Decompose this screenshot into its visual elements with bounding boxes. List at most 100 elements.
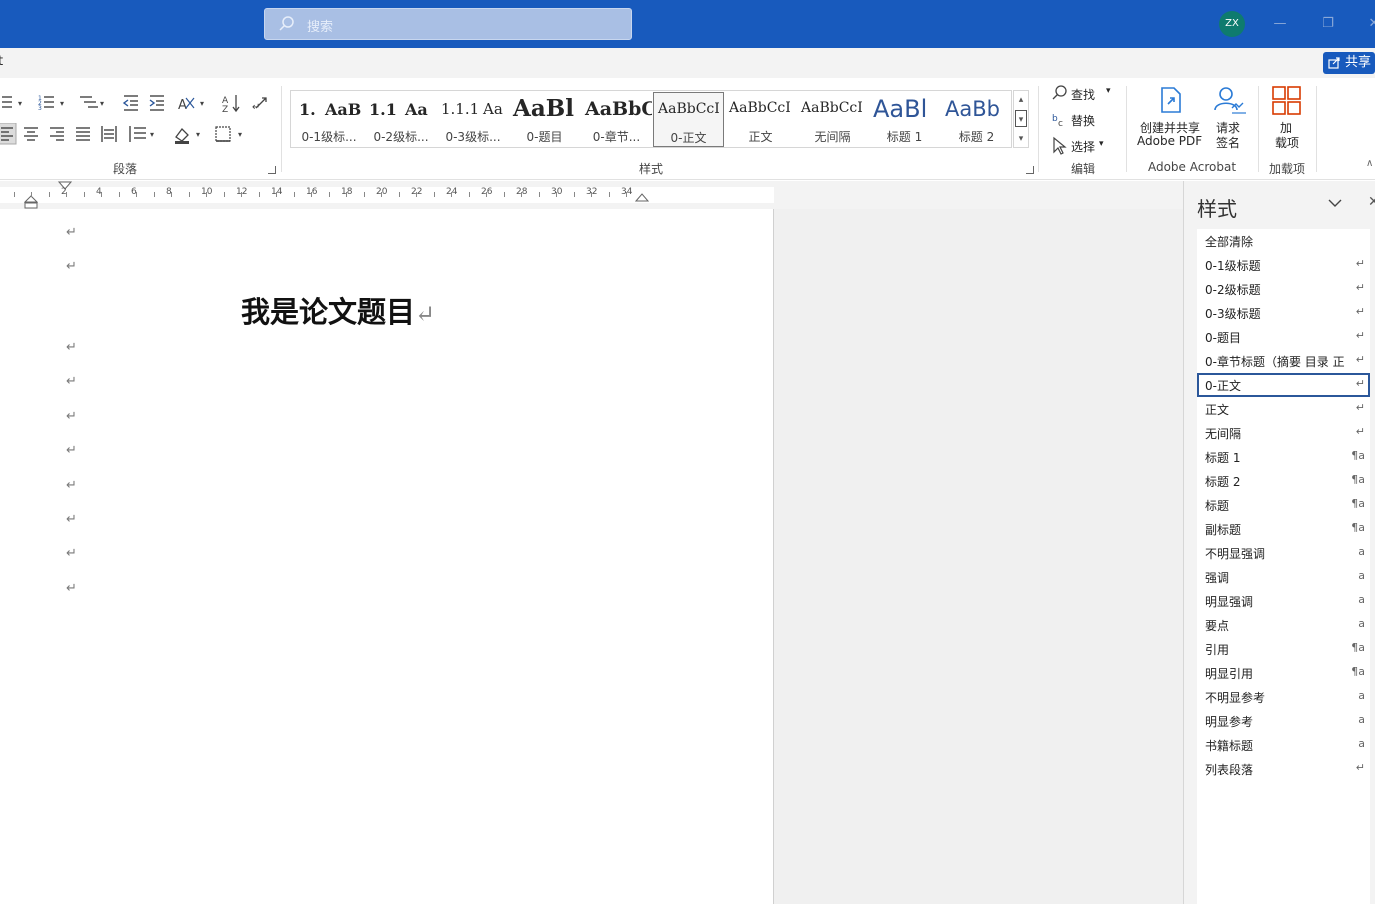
- style-list-item[interactable]: 明显引用 ¶a: [1197, 661, 1370, 685]
- styles-launcher-icon[interactable]: [1026, 166, 1034, 174]
- ruler-tick: [538, 192, 540, 197]
- paragraph-launcher-icon[interactable]: [268, 166, 276, 174]
- addins-label-2[interactable]: 载项: [1275, 134, 1299, 151]
- style-list-item[interactable]: 0-正文 ↵: [1197, 373, 1370, 397]
- style-type-icon: ¶a: [1351, 665, 1365, 678]
- gallery-style-3[interactable]: 1.1.1 Aa 0-3级标...: [437, 92, 509, 147]
- user-avatar[interactable]: ZX: [1219, 11, 1245, 37]
- select-icon: [1053, 136, 1067, 155]
- ruler-tick: [608, 192, 610, 197]
- search-box[interactable]: 搜索: [264, 8, 632, 40]
- ribbon-tab-partial[interactable]: t: [0, 54, 3, 69]
- collapse-ribbon-icon[interactable]: ∧: [1366, 158, 1373, 169]
- document-page[interactable]: ↵ ↵ 我是论文题目↵ ↵ ↵ ↵ ↵ ↵ ↵ ↵ ↵: [0, 209, 774, 904]
- style-list-item[interactable]: 0-2级标题 ↵: [1197, 277, 1370, 301]
- style-name: 0-章节标题（摘要 目录 正文: [1205, 355, 1345, 369]
- style-list-item[interactable]: 0-1级标题 ↵: [1197, 253, 1370, 277]
- svg-text:c: c: [1058, 119, 1063, 129]
- style-name: 0-3级标题: [1205, 307, 1261, 321]
- gallery-style-1[interactable]: 1. AaB 0-1级标...: [293, 92, 365, 147]
- ruler-label: 6: [131, 187, 137, 197]
- align-center-icon: [24, 127, 38, 141]
- style-list-item[interactable]: 书籍标题 a: [1197, 733, 1370, 757]
- gallery-preview: AaBl: [873, 95, 928, 123]
- pane-close-icon[interactable]: ✕: [1368, 194, 1375, 210]
- gallery-up-icon[interactable]: ▴: [1015, 91, 1027, 109]
- style-list-item[interactable]: 不明显参考 a: [1197, 685, 1370, 709]
- style-list-item[interactable]: 全部清除: [1197, 229, 1370, 253]
- style-list-item[interactable]: 副标题 ¶a: [1197, 517, 1370, 541]
- style-type-icon: a: [1358, 593, 1365, 606]
- close-button[interactable]: ✕: [1362, 12, 1375, 36]
- style-list-item[interactable]: 标题 1 ¶a: [1197, 445, 1370, 469]
- style-list-item[interactable]: 强调 a: [1197, 565, 1370, 589]
- gallery-style-4[interactable]: AaBl 0-题目: [509, 92, 580, 147]
- gallery-more-icon[interactable]: ▾: [1015, 130, 1027, 148]
- share-button[interactable]: 共享: [1323, 52, 1375, 74]
- style-type-icon: ¶a: [1351, 497, 1365, 510]
- gallery-style-name: 无间隔: [814, 130, 851, 144]
- left-indent-icon[interactable]: [24, 195, 38, 209]
- style-list-item[interactable]: 列表段落 ↵: [1197, 757, 1370, 781]
- style-list-item[interactable]: 0-题目 ↵: [1197, 325, 1370, 349]
- ruler-tick: [293, 192, 295, 197]
- minimize-button[interactable]: —: [1268, 12, 1292, 36]
- paragraph-group-label: 段落: [112, 162, 137, 176]
- gallery-style-6-selected[interactable]: AaBbCcI 0-正文: [653, 92, 724, 147]
- find-dropdown-icon[interactable]: ▾: [1106, 86, 1111, 96]
- restore-button[interactable]: ❐: [1316, 12, 1340, 36]
- create-pdf-label-2[interactable]: Adobe PDF: [1137, 134, 1202, 148]
- gallery-style-2[interactable]: 1.1 Aa 0-2级标...: [365, 92, 437, 147]
- gallery-style-7[interactable]: AaBbCcI 正文: [725, 92, 796, 147]
- pane-options-chevron-icon[interactable]: [1327, 195, 1343, 211]
- group-divider: [1316, 86, 1317, 172]
- style-list-item[interactable]: 0-3级标题 ↵: [1197, 301, 1370, 325]
- style-list-item[interactable]: 不明显强调 a: [1197, 541, 1370, 565]
- style-type-icon: ↵: [1355, 329, 1365, 342]
- request-signature-icon: [1214, 87, 1246, 114]
- styles-gallery: 1. AaB 0-1级标... 1.1 Aa 0-2级标... 1.1.1 Aa…: [290, 90, 1012, 148]
- select-dropdown-icon[interactable]: ▾: [1099, 139, 1104, 149]
- ruler-label: 12: [236, 187, 248, 197]
- find-icon: [1052, 85, 1067, 100]
- style-list-item[interactable]: 0-章节标题（摘要 目录 正文 ↵: [1197, 349, 1370, 373]
- ruler-label: 24: [446, 187, 458, 197]
- style-list-item[interactable]: 标题 2 ¶a: [1197, 469, 1370, 493]
- title-bar: 搜索 ZX — ❐ ✕: [0, 0, 1375, 48]
- style-list-item[interactable]: 标题 ¶a: [1197, 493, 1370, 517]
- right-indent-icon[interactable]: [635, 193, 649, 203]
- style-list-item[interactable]: 正文 ↵: [1197, 397, 1370, 421]
- style-name: 标题: [1205, 499, 1230, 513]
- replace-button[interactable]: 替换: [1071, 112, 1095, 129]
- find-button[interactable]: 查找: [1071, 86, 1095, 103]
- style-list-item[interactable]: 要点 a: [1197, 613, 1370, 637]
- style-list-item[interactable]: 明显强调 a: [1197, 589, 1370, 613]
- style-list-item[interactable]: 引用 ¶a: [1197, 637, 1370, 661]
- svg-text:▾: ▾: [200, 99, 204, 108]
- style-list-item[interactable]: 无间隔 ↵: [1197, 421, 1370, 445]
- select-button[interactable]: 选择: [1071, 138, 1095, 155]
- style-name: 不明显参考: [1205, 691, 1266, 705]
- style-type-icon: a: [1358, 737, 1365, 750]
- ruler-tick: [13, 192, 15, 197]
- request-sign-label-2[interactable]: 签名: [1216, 134, 1240, 151]
- svg-text:3: 3: [38, 105, 42, 112]
- justify-icon: [76, 127, 90, 141]
- style-type-icon: a: [1358, 713, 1365, 726]
- gallery-style-10[interactable]: AaBb 标题 2: [941, 92, 1012, 147]
- paragraph-row1-icons: ▾ 123 ▾ ▾ A ▾ AZ ↵: [2, 95, 267, 114]
- search-placeholder: 搜索: [307, 20, 334, 35]
- gallery-style-9[interactable]: AaBl 标题 1: [869, 92, 940, 147]
- style-type-icon: ¶a: [1351, 449, 1365, 462]
- styles-pane: 样式 ✕ 全部清除 0-1级标题 ↵ 0-2级标题 ↵ 0-3级标题 ↵ 0-题目 ↵ 0-章节标…: [1183, 181, 1375, 904]
- style-list-item[interactable]: 明显参考 a: [1197, 709, 1370, 733]
- gallery-down-icon[interactable]: ▾: [1015, 110, 1027, 127]
- gallery-style-8[interactable]: AaBbCcI 无间隔: [797, 92, 868, 147]
- ruler-tick: [258, 192, 260, 197]
- gallery-style-5[interactable]: AaBbC 0-章节...: [581, 92, 652, 147]
- paragraph-mark: ↵: [66, 443, 77, 458]
- document-title[interactable]: 我是论文题目↵: [241, 289, 435, 331]
- style-name: 标题 1: [1205, 451, 1241, 465]
- style-name: 书籍标题: [1205, 739, 1254, 753]
- paragraph-mark: ↵: [66, 225, 77, 240]
